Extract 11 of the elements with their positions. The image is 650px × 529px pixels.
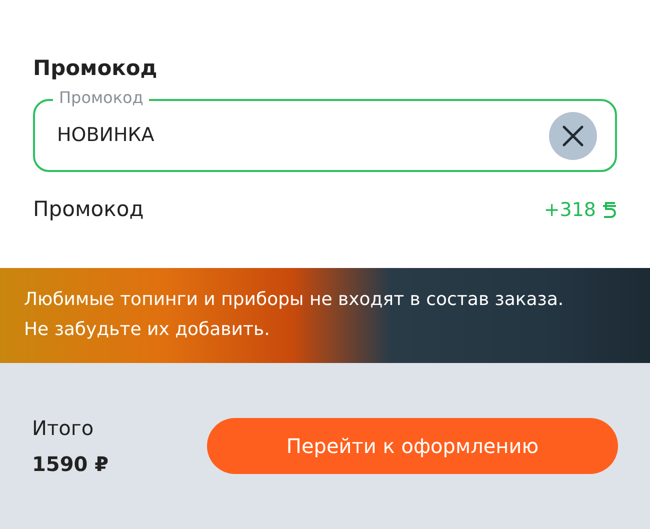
discount-amount: +318 <box>544 198 596 222</box>
total-value: 1590 ₽ <box>32 450 109 478</box>
close-icon <box>561 124 585 148</box>
field-value: НОВИНКА <box>57 123 154 148</box>
banner-text: Любимые топинги и приборы не входят в состав заказа. Не забудьте их добавить. <box>24 288 565 342</box>
discount-label: Промокод <box>33 196 144 223</box>
clear-button[interactable] <box>549 112 597 160</box>
field-label: Промокод <box>53 88 150 108</box>
total-label: Итого <box>32 414 95 442</box>
bonus-currency-icon <box>602 200 617 219</box>
section-title: Промокод <box>33 55 158 82</box>
